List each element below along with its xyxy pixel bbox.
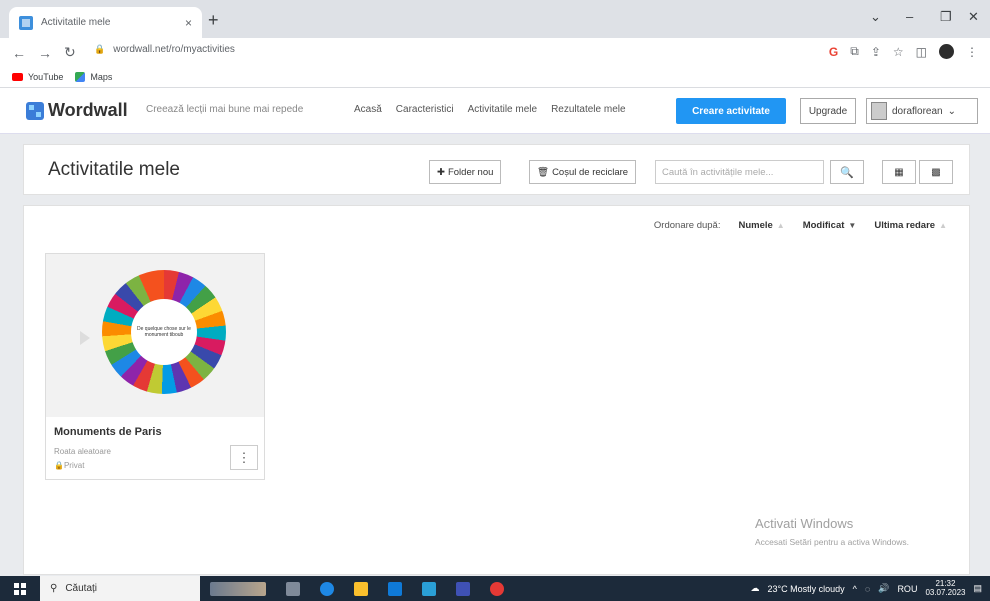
reload-icon[interactable]: ↻ <box>64 44 76 61</box>
close-window-icon[interactable]: ✕ <box>968 9 979 25</box>
activity-privacy: 🔒Privat <box>54 461 85 470</box>
avatar <box>871 102 887 120</box>
weather-text[interactable]: 23°C Mostly cloudy <box>767 584 844 594</box>
search-highlight-image[interactable] <box>210 581 266 596</box>
bookmark-star-icon[interactable]: ☆ <box>893 45 904 59</box>
sort-label: Ordonare după: <box>653 220 721 231</box>
nav-my-results[interactable]: Rezultatele mele <box>551 104 625 115</box>
top-nav: Acasă Caracteristici Activitatile mele R… <box>354 104 626 115</box>
windows-icon <box>14 582 26 595</box>
edge-icon[interactable] <box>320 581 334 596</box>
upgrade-button[interactable]: Upgrade <box>800 98 856 124</box>
youtube-icon <box>12 73 23 81</box>
lock-icon: 🔒 <box>54 461 64 470</box>
title-panel: Activitatile mele ✚ Folder nou 🗑 Coșul de … <box>23 144 970 195</box>
nav-home[interactable]: Acasă <box>354 104 382 115</box>
user-menu-button[interactable]: doraflorean ⌄ <box>866 98 978 124</box>
system-tray: ☁ 23°C Mostly cloudy ^ ◌ 🔊 ROU 21:32 03.… <box>750 576 982 601</box>
create-activity-button[interactable]: Creare activitate <box>676 98 786 124</box>
mail-icon[interactable] <box>422 581 436 596</box>
menu-kebab-icon[interactable]: ⋮ <box>966 45 978 59</box>
browser-tab[interactable]: Activitatile mele × <box>9 7 202 38</box>
grid-small-view-icon[interactable]: ▩ <box>919 160 953 184</box>
translate-icon[interactable]: ⧉ <box>850 44 859 59</box>
search-icon: ⚲ <box>50 583 58 594</box>
page-title: Activitatile mele <box>48 159 180 180</box>
sort-bar: Ordonare după: Numele ▲ Modificat ▼ Ultima… <box>654 220 947 231</box>
sidepanel-icon[interactable]: ◫ <box>916 45 927 59</box>
url-field[interactable]: 🔒 wordwall.net/ro/myactivities <box>94 44 235 55</box>
start-button[interactable] <box>0 576 40 601</box>
maps-icon <box>75 72 86 82</box>
activity-thumbnail[interactable]: De quelque chose sur le monument tiboub <box>46 254 264 417</box>
wordwall-logo-icon <box>26 101 44 120</box>
wordwall-logo[interactable]: Wordwall <box>26 100 128 121</box>
sort-arrow-icon: ▲ <box>776 221 785 230</box>
bookmark-maps[interactable]: Maps <box>75 72 112 82</box>
lock-icon: 🔒 <box>94 44 106 54</box>
activate-windows-title: Activati Windows <box>755 516 854 531</box>
chevron-down-icon: ⌄ <box>947 105 956 117</box>
wheel-pointer-icon <box>80 331 90 345</box>
google-icon[interactable]: G <box>829 45 838 59</box>
tab-search-icon[interactable]: ⌄ <box>870 9 881 25</box>
nav-features[interactable]: Caracteristici <box>396 104 454 115</box>
sort-arrow-down-icon: ▼ <box>848 221 857 230</box>
photos-icon[interactable] <box>456 581 470 596</box>
chrome-icon[interactable] <box>490 581 504 596</box>
site-header: Wordwall Creează lecții mai bune mai rep… <box>0 88 990 134</box>
weather-icon: ☁ <box>750 583 760 593</box>
language-indicator[interactable]: ROU <box>897 584 917 594</box>
taskbar-search[interactable]: ⚲ Căutați <box>40 576 200 601</box>
activate-windows-subtitle: Accesati Setări pentru a activa Windows. <box>755 537 910 547</box>
search-icon[interactable]: 🔍 <box>830 160 864 184</box>
activity-title[interactable]: Monuments de Paris <box>54 426 162 438</box>
new-tab-button[interactable]: + <box>208 10 219 31</box>
sort-by-last-played[interactable]: Ultima redare ▲ <box>874 220 947 231</box>
file-explorer-icon[interactable] <box>354 581 368 596</box>
tab-title: Activitatile mele <box>41 17 111 28</box>
volume-icon[interactable]: 🔊 <box>878 583 889 594</box>
new-folder-button[interactable]: ✚ Folder nou <box>429 160 502 184</box>
username: doraflorean <box>892 105 943 117</box>
activity-type: Roata aleatoare <box>54 447 111 456</box>
sort-arrow-icon: ▲ <box>939 221 947 230</box>
tray-chevron-icon[interactable]: ^ <box>853 584 857 594</box>
notifications-icon[interactable]: ▤ <box>973 583 982 594</box>
activity-card[interactable]: De quelque chose sur le monument tiboub … <box>45 253 265 480</box>
bookmark-youtube[interactable]: YouTube <box>12 72 63 82</box>
nav-my-activities[interactable]: Activitatile mele <box>468 104 537 115</box>
sort-by-name[interactable]: Numele ▲ <box>738 220 784 231</box>
activity-menu-button[interactable]: ⋮ <box>230 445 258 470</box>
search-input[interactable]: Caută în activitățile mele... <box>655 160 824 184</box>
forward-icon[interactable]: → <box>38 45 52 61</box>
plus-icon: ✚ <box>437 166 445 178</box>
share-icon[interactable]: ⇪ <box>871 45 881 59</box>
grid-large-view-icon[interactable]: ▦ <box>882 160 916 184</box>
bookmarks-bar: YouTube Maps <box>0 67 990 88</box>
wheel-center-text: De quelque chose sur le monument tiboub <box>131 299 197 365</box>
recycle-bin-button[interactable]: 🗑 Coșul de reciclare <box>529 160 637 184</box>
sort-by-modified[interactable]: Modificat ▼ <box>803 220 857 231</box>
restore-icon[interactable]: ❐ <box>940 9 952 25</box>
address-bar: ← → ↻ 🔒 wordwall.net/ro/myactivities G ⧉ … <box>0 38 990 67</box>
profile-avatar[interactable] <box>939 44 954 59</box>
network-icon[interactable]: ◌ <box>865 584 870 594</box>
wordwall-favicon-icon <box>19 15 33 30</box>
url-text: wordwall.net/ro/myactivities <box>113 44 235 55</box>
back-icon[interactable]: ← <box>12 45 26 61</box>
minimize-icon[interactable]: – <box>906 9 913 24</box>
store-icon[interactable] <box>388 581 402 596</box>
task-view-icon[interactable] <box>286 581 300 596</box>
tagline: Creează lecții mai bune mai repede <box>146 104 304 115</box>
browser-tabstrip: Activitatile mele × + ⌄ – ❐ ✕ <box>0 0 990 38</box>
trash-icon: 🗑 <box>537 166 550 178</box>
clock[interactable]: 21:32 03.07.2023 <box>925 579 965 598</box>
tab-close-icon[interactable]: × <box>185 16 192 30</box>
taskbar: ⚲ Căutați ☁ 23°C Mostly cloudy ^ ◌ 🔊 ROU… <box>0 576 990 601</box>
